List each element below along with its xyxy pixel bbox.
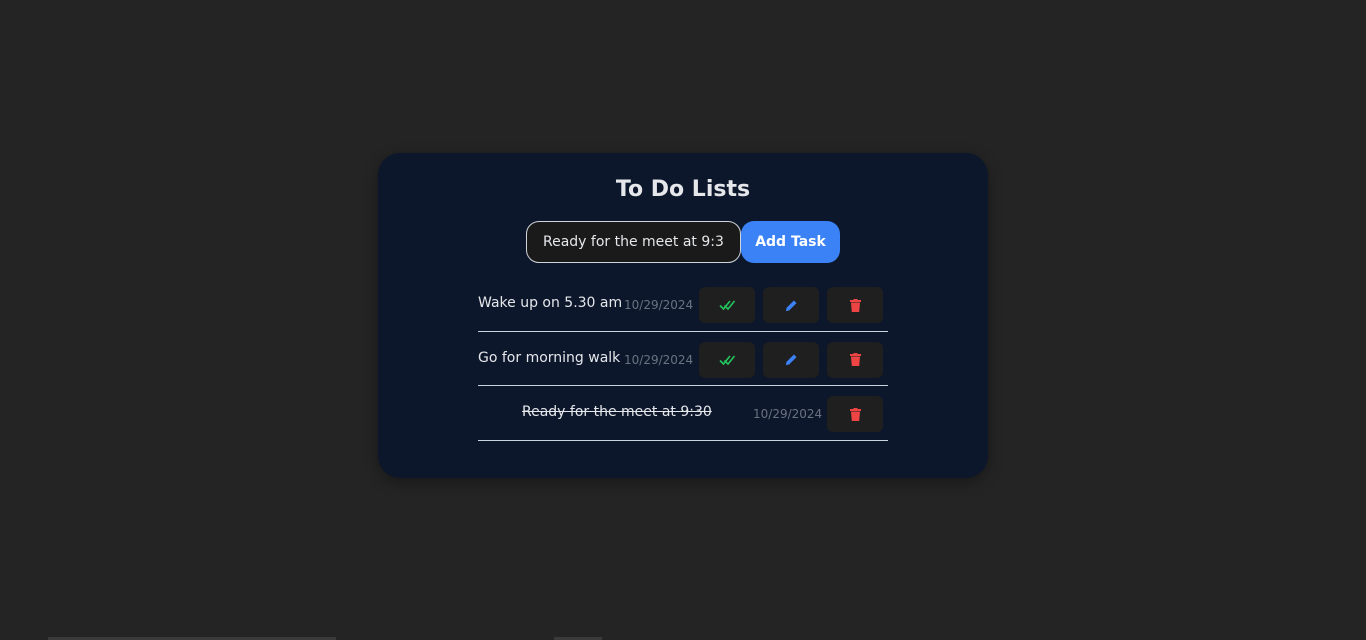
task-list: Wake up on 5.30 am 10/29/2024 Go for mor…: [478, 277, 888, 441]
add-task-button[interactable]: Add Task: [741, 221, 840, 263]
task-text: Go for morning walk: [478, 349, 621, 366]
check-double-icon: [719, 300, 735, 311]
task-row: Go for morning walk 10/29/2024: [478, 332, 888, 386]
task-row-completed: Ready for the meet at 9:30 10/29/2024: [478, 386, 888, 441]
trash-icon: [849, 353, 861, 366]
check-double-icon: [719, 354, 735, 365]
todo-card: To Do Lists Add Task Wake up on 5.30 am …: [378, 153, 988, 478]
delete-button[interactable]: [827, 287, 883, 323]
task-row: Wake up on 5.30 am 10/29/2024: [478, 277, 888, 332]
edit-button[interactable]: [763, 341, 819, 378]
task-text: Wake up on 5.30 am: [478, 295, 623, 311]
trash-icon: [849, 407, 861, 421]
edit-button[interactable]: [763, 287, 819, 323]
page-title: To Do Lists: [615, 177, 751, 202]
pencil-icon: [785, 354, 797, 366]
trash-icon: [849, 298, 861, 312]
task-input[interactable]: [526, 221, 741, 263]
pencil-icon: [785, 299, 797, 311]
task-text: Ready for the meet at 9:30: [522, 404, 712, 420]
complete-button[interactable]: [699, 287, 755, 323]
complete-button[interactable]: [699, 341, 755, 378]
task-date: 10/29/2024: [624, 352, 694, 367]
task-date: 10/29/2024: [753, 407, 823, 421]
delete-button[interactable]: [827, 341, 883, 378]
delete-button[interactable]: [827, 396, 883, 432]
task-date: 10/29/2024: [624, 298, 694, 312]
